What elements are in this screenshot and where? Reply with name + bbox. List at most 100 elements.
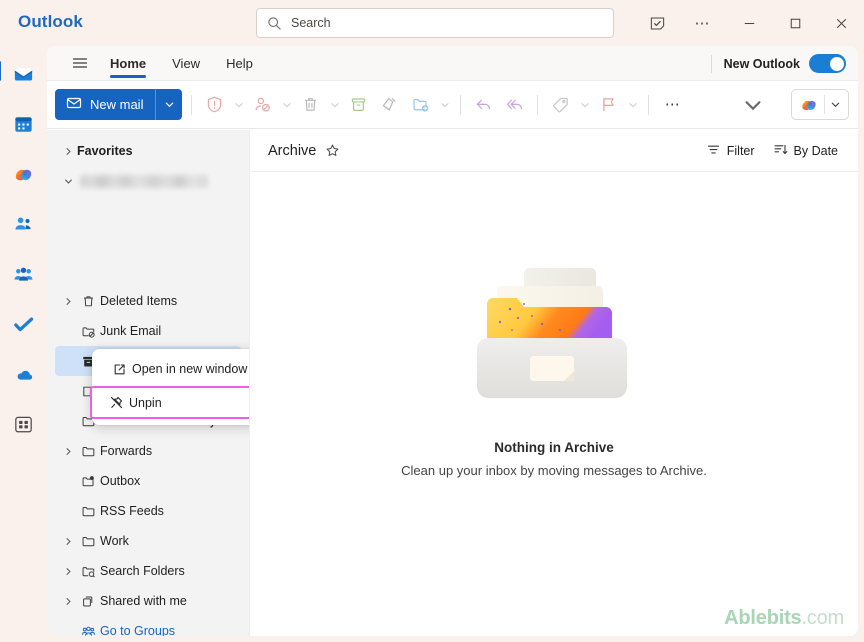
search-input[interactable]: Search	[256, 8, 614, 38]
folder-row-forwards[interactable]: Forwards	[55, 436, 241, 466]
categorize-dropdown[interactable]	[576, 88, 593, 122]
groups-icon	[14, 267, 33, 281]
folder-icon	[77, 504, 100, 519]
folder-row-outbox[interactable]: Outbox	[55, 466, 241, 496]
hamburger-icon[interactable]	[63, 56, 97, 70]
folder-row-rss-feeds[interactable]: RSS Feeds	[55, 496, 241, 526]
calendar-icon	[15, 116, 32, 132]
reply-all-icon[interactable]	[499, 88, 530, 122]
folder-label: Search Folders	[100, 564, 185, 578]
report-icon[interactable]	[199, 88, 230, 122]
block-sender-dropdown[interactable]	[278, 88, 295, 122]
chevron-right-icon[interactable]	[59, 537, 77, 546]
search-folder-icon	[77, 564, 100, 579]
rail-item-apps[interactable]	[4, 404, 44, 444]
folder-row-favorites[interactable]: Favorites	[55, 136, 241, 166]
tab-home-label: Home	[110, 55, 147, 71]
chevron-down-icon[interactable]	[59, 177, 77, 186]
folder-row-work[interactable]: Work	[55, 526, 241, 556]
favorite-star-icon[interactable]	[325, 143, 340, 158]
tab-view[interactable]: View	[159, 46, 213, 81]
command-bar: New mail ⋯	[47, 81, 858, 129]
tab-help[interactable]: Help	[213, 46, 266, 81]
context-menu-label: Open in new window	[132, 362, 248, 376]
rail-item-mail[interactable]	[0, 54, 44, 94]
maximize-icon[interactable]	[772, 0, 818, 46]
context-menu-item-unpin[interactable]: Unpin	[90, 386, 249, 419]
folder-row-deleted-items[interactable]: Deleted Items	[55, 286, 241, 316]
block-sender-icon[interactable]	[247, 88, 278, 122]
copilot-dropdown[interactable]	[825, 99, 846, 110]
context-menu-label: Unpin	[129, 395, 162, 410]
folder-row-search-folders[interactable]: Search Folders	[55, 556, 241, 586]
chevron-right-icon[interactable]	[59, 147, 77, 156]
empty-state: Nothing in Archive Clean up your inbox b…	[250, 172, 858, 636]
content-header-actions: Filter By Date	[700, 138, 844, 164]
filter-label: Filter	[726, 143, 755, 158]
folder-row-shared-with-me[interactable]: Shared with me	[55, 586, 241, 616]
delete-dropdown[interactable]	[326, 88, 343, 122]
content-header: Archive Filter By Date	[250, 130, 858, 172]
report-dropdown[interactable]	[230, 88, 247, 122]
chevron-right-icon[interactable]	[59, 297, 77, 306]
rail-item-people[interactable]	[4, 204, 44, 244]
folder-row-account[interactable]	[55, 166, 241, 196]
divider	[648, 94, 650, 115]
shared-folder-icon	[77, 594, 100, 609]
rail-item-onedrive[interactable]	[4, 354, 44, 394]
new-mail-main[interactable]: New mail	[55, 89, 157, 120]
new-mail-button[interactable]: New mail	[55, 89, 183, 120]
flag-dropdown[interactable]	[624, 88, 641, 122]
command-group-move	[405, 88, 453, 122]
sort-button[interactable]: By Date	[767, 138, 844, 164]
context-menu-item-open-in-new-window[interactable]: Open in new window	[95, 354, 249, 384]
folder-icon	[77, 534, 100, 549]
folder-row-go-to-groups[interactable]: Go to Groups	[55, 616, 241, 636]
folder-label: Shared with me	[100, 594, 187, 608]
close-icon[interactable]	[818, 0, 864, 46]
filter-icon	[706, 142, 721, 160]
archive-icon[interactable]	[343, 88, 374, 122]
minimize-icon[interactable]	[726, 0, 772, 46]
rail-item-calendar[interactable]	[4, 104, 44, 144]
watermark-rest: .com	[801, 607, 844, 629]
more-commands-icon[interactable]: ⋯	[656, 88, 690, 122]
sweep-icon[interactable]	[374, 88, 405, 122]
mail-icon	[14, 67, 33, 81]
command-group-delete	[295, 88, 343, 122]
rail-item-groups[interactable]	[4, 254, 44, 294]
move-to-icon[interactable]	[405, 88, 436, 122]
notes-icon[interactable]	[634, 0, 680, 46]
search-placeholder: Search	[291, 16, 331, 30]
empty-state-subtitle: Clean up your inbox by moving messages t…	[401, 463, 707, 478]
filter-button[interactable]: Filter	[700, 138, 761, 164]
new-mail-dropdown[interactable]	[156, 89, 182, 120]
rail-item-copilot[interactable]	[4, 154, 44, 194]
command-group-flag	[593, 88, 641, 122]
folder-icon	[77, 444, 100, 459]
command-group-report	[199, 88, 247, 122]
account-name-redacted	[80, 174, 208, 188]
categorize-icon[interactable]	[545, 88, 576, 122]
copilot-button[interactable]	[791, 89, 849, 120]
chevron-right-icon[interactable]	[59, 447, 77, 456]
delete-icon[interactable]	[295, 88, 326, 122]
rail-item-todo[interactable]	[4, 304, 44, 344]
junk-icon	[77, 324, 100, 339]
chevron-right-icon[interactable]	[59, 567, 77, 576]
divider	[537, 94, 539, 115]
tab-home[interactable]: Home	[97, 46, 159, 81]
new-outlook-toggle[interactable]	[809, 54, 846, 73]
tab-help-label: Help	[226, 55, 253, 71]
folder-label: Work	[100, 534, 129, 548]
more-options-icon[interactable]: ⋯	[680, 0, 726, 46]
chevron-right-icon[interactable]	[59, 597, 77, 606]
ribbon-overflow-chevron[interactable]	[742, 88, 764, 122]
flag-icon[interactable]	[593, 88, 624, 122]
onedrive-icon	[17, 370, 33, 380]
reply-icon[interactable]	[468, 88, 499, 122]
folder-row-junk-email[interactable]: Junk Email	[55, 316, 241, 346]
divider	[191, 94, 193, 115]
window-controls: ⋯	[634, 0, 864, 46]
move-to-dropdown[interactable]	[436, 88, 453, 122]
